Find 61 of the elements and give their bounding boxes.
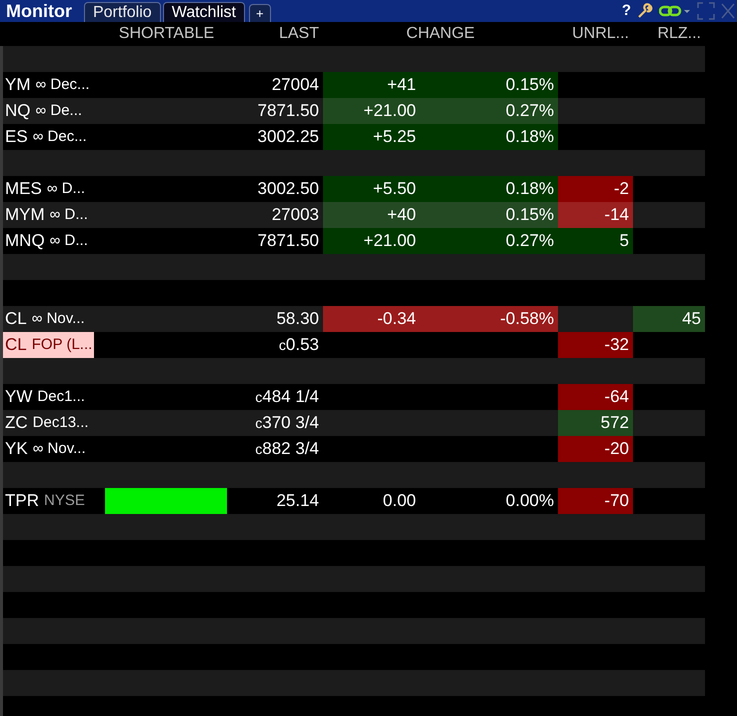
symbol-cell[interactable]: MYM ∞ D... — [3, 202, 90, 228]
window-title: Monitor — [6, 0, 72, 22]
change-value: +41 — [387, 74, 416, 96]
symbol-cell[interactable]: CL ∞ Nov... — [3, 306, 87, 332]
unrealized-pnl: -32 — [604, 334, 629, 356]
change-percent: 0.15% — [506, 74, 554, 96]
column-header[interactable]: RLZ... — [657, 22, 701, 46]
link-icon[interactable] — [659, 4, 691, 18]
column-header[interactable]: CHANGE — [406, 22, 475, 46]
last-price: 25.14 — [276, 490, 319, 512]
last-price: 58.30 — [276, 308, 319, 330]
symbol-cell[interactable]: MNQ ∞ D... — [3, 228, 90, 254]
tab[interactable]: Portfolio — [84, 2, 161, 22]
symbol-cell[interactable]: YW Dec1... — [3, 384, 87, 410]
unrealized-pnl: -70 — [604, 490, 629, 512]
column-header[interactable]: SHORTABLE — [118, 22, 214, 46]
unrealized-pnl: -2 — [614, 178, 629, 200]
change-percent: 0.15% — [506, 204, 554, 226]
unrealized-pnl: -64 — [604, 386, 629, 408]
wrench-icon[interactable] — [637, 3, 653, 19]
change-value: -0.34 — [377, 308, 416, 330]
unrealized-pnl: 5 — [620, 230, 629, 252]
symbol-cell[interactable]: MES ∞ D... — [3, 176, 88, 202]
help-button[interactable]: ? — [622, 2, 631, 20]
change-value: +5.25 — [372, 126, 416, 148]
change-value: 0.00 — [382, 490, 416, 512]
column-header[interactable]: LAST — [278, 22, 319, 46]
change-value: +21.00 — [364, 230, 416, 252]
last-price: 7871.50 — [258, 230, 319, 252]
last-price: c0.53 — [278, 334, 319, 356]
change-percent: 0.27% — [506, 230, 554, 252]
symbol-cell[interactable]: ES ∞ Dec... — [3, 124, 89, 150]
change-value: +5.50 — [372, 178, 416, 200]
unrealized-pnl: -14 — [604, 204, 629, 226]
unrealized-pnl: -20 — [604, 438, 629, 460]
symbol-cell[interactable]: TPR NYSE — [3, 488, 87, 514]
change-value: +21.00 — [364, 100, 416, 122]
unrealized-pnl: 572 — [600, 412, 629, 434]
change-percent: -0.58% — [500, 308, 554, 330]
last-price: c484 1/4 — [255, 386, 319, 408]
symbol-cell[interactable]: CL FOP (L... — [3, 332, 94, 358]
change-percent: 0.18% — [506, 178, 554, 200]
last-price: 3002.50 — [258, 178, 319, 200]
last-price: c370 3/4 — [255, 412, 319, 434]
last-price: 3002.25 — [258, 126, 319, 148]
last-price: c882 3/4 — [255, 438, 319, 460]
add-tab-button[interactable]: + — [249, 4, 271, 22]
realized-pnl: 45 — [682, 308, 701, 330]
symbol-cell[interactable]: ZC Dec13... — [3, 410, 91, 436]
last-price: 27004 — [272, 74, 319, 96]
last-price: 7871.50 — [258, 100, 319, 122]
tab[interactable]: Watchlist — [162, 2, 245, 22]
column-header[interactable]: UNRL... — [572, 22, 629, 46]
change-value: +40 — [387, 204, 416, 226]
symbol-cell[interactable]: NQ ∞ De... — [3, 98, 84, 124]
last-price: 27003 — [272, 204, 319, 226]
change-percent: 0.18% — [506, 126, 554, 148]
symbol-cell[interactable]: YK ∞ Nov... — [3, 436, 88, 462]
change-percent: 0.00% — [506, 490, 554, 512]
symbol-cell[interactable]: YM ∞ Dec... — [3, 72, 92, 98]
change-percent: 0.27% — [506, 100, 554, 122]
